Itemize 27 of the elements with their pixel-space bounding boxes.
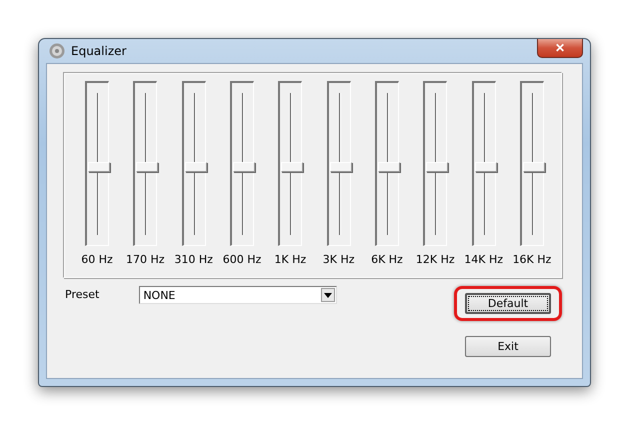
band-label: 310 Hz [174, 253, 213, 266]
slider-thumb[interactable] [522, 162, 545, 172]
band-label: 3K Hz [322, 253, 355, 266]
band-label: 170 Hz [126, 253, 165, 266]
band-label: 1K Hz [274, 253, 306, 266]
preset-label: Preset [65, 288, 100, 301]
slider-thumb[interactable] [232, 162, 255, 172]
band-label: 60 Hz [81, 253, 113, 266]
band-label: 6K Hz [371, 253, 403, 266]
slider-thumb[interactable] [136, 162, 158, 172]
band-label: 12K Hz [416, 253, 455, 266]
slider-thumb[interactable] [184, 162, 207, 172]
dialog-button[interactable]: Exit [465, 336, 551, 357]
band-label: 14K Hz [464, 253, 503, 266]
slider-thumb[interactable] [426, 162, 448, 172]
band-label: 600 Hz [222, 253, 262, 266]
slider-thumb[interactable] [330, 162, 352, 172]
slider-thumb[interactable] [378, 162, 400, 172]
slider-thumb[interactable] [281, 162, 304, 172]
dialog-button[interactable]: Default [465, 293, 551, 314]
preset-dropdown[interactable]: NONE [139, 286, 338, 304]
slider-thumb[interactable] [88, 162, 110, 172]
window-title: Equalizer [71, 44, 126, 58]
band-label: 16K Hz [512, 253, 552, 266]
slider-thumb[interactable] [474, 162, 497, 172]
speaker-icon [49, 43, 65, 59]
close-button[interactable]: ✕ [537, 39, 583, 58]
